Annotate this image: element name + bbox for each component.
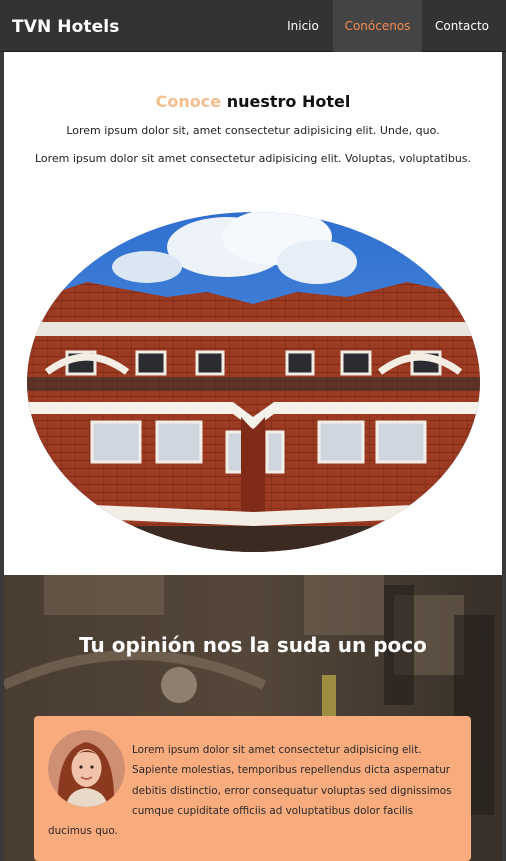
testimonials-section: Tu opinión nos la suda un poco Lorem ips… [4, 575, 502, 861]
about-title-accent: Conoce [155, 92, 222, 111]
about-title-rest: nuestro Hotel [221, 92, 351, 111]
brand-logo[interactable]: TVN Hotels [12, 17, 119, 37]
page-edge-right [502, 52, 506, 861]
about-section: Conoce nuestro Hotel Lorem ipsum dolor s… [4, 52, 502, 575]
about-title: Conoce nuestro Hotel [4, 92, 502, 111]
testimonials-title: Tu opinión nos la suda un poco [79, 633, 427, 657]
testimonial-text-block: Lorem ipsum dolor sit amet consectetur a… [48, 740, 458, 841]
nav-link-contacto[interactable]: Contacto [426, 0, 498, 52]
nav-link-inicio[interactable]: Inicio [276, 0, 330, 52]
testimonial-card: Lorem ipsum dolor sit amet consectetur a… [34, 716, 471, 861]
about-paragraph-1: Lorem ipsum dolor sit, amet consectetur … [66, 124, 440, 137]
navbar: TVN Hotels Inicio Conócenos Contacto [0, 0, 506, 52]
nav-link-conocenos[interactable]: Conócenos [333, 0, 422, 52]
hotel-photo [27, 212, 480, 552]
about-paragraph-2: Lorem ipsum dolor sit amet consectetur a… [34, 152, 472, 165]
